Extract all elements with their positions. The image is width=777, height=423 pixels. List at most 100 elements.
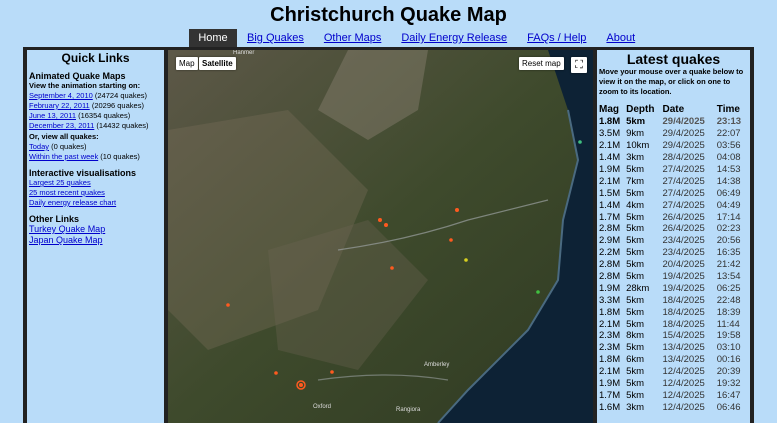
quake-depth: 5km <box>626 211 645 223</box>
animation-link-dec-2011[interactable]: December 23, 2011 <box>29 121 94 130</box>
quake-time: 20:39 <box>716 366 741 378</box>
quake-date: 27/4/2025 <box>662 164 705 175</box>
quake-row[interactable]: 1.7M 5km 26/4/2025 17:14 <box>599 211 748 223</box>
quake-date: 12/4/2025 <box>662 389 705 401</box>
quake-row[interactable]: 1.6M 3km 12/4/2025 06:46 <box>599 401 748 413</box>
quake-date: 13/4/2025 <box>662 354 705 366</box>
recent-link-past-week[interactable]: Within the past week <box>29 152 98 161</box>
quake-row[interactable]: 1.9M 5km 12/4/2025 19:32 <box>599 378 748 390</box>
quake-time: 03:56 <box>716 140 741 152</box>
quake-row[interactable]: 1.5M 5km 27/4/2025 06:49 <box>599 187 748 199</box>
quake-mag: 1.9M <box>599 378 621 390</box>
quake-time: 03:10 <box>716 342 741 354</box>
quake-time: 23:13 <box>716 116 742 128</box>
quake-row[interactable]: 3.5M 9km 29/4/2025 22:07 <box>599 128 748 140</box>
nav-home[interactable]: Home <box>189 29 237 48</box>
latest-quakes-panel: Latest quakes Move your mouse over a qua… <box>597 50 750 423</box>
quake-row[interactable]: 1.8M 5km 18/4/2025 18:39 <box>599 306 748 318</box>
quake-date: 18/4/2025 <box>662 306 705 318</box>
quake-depth: 6km <box>626 354 645 366</box>
quake-depth: 3km <box>626 152 645 164</box>
quake-row[interactable]: 2.1M 5km 18/4/2025 11:44 <box>599 318 748 330</box>
quake-depth: 7km <box>626 175 645 187</box>
nav-daily-energy-release[interactable]: Daily Energy Release <box>391 29 517 48</box>
quake-depth: 9km <box>626 128 645 140</box>
quake-date: 23/4/2025 <box>662 235 705 247</box>
animation-count: (24724 quakes) <box>94 91 148 100</box>
quake-date: 27/4/2025 <box>662 187 705 199</box>
quake-depth: 5km <box>626 164 645 175</box>
quake-time: 04:49 <box>716 199 741 211</box>
nav-big-quakes[interactable]: Big Quakes <box>237 29 314 48</box>
quake-time: 22:07 <box>716 128 741 140</box>
quake-row[interactable]: 1.7M 5km 12/4/2025 16:47 <box>599 389 748 401</box>
quake-date: 26/4/2025 <box>662 223 705 235</box>
town-label: Rangiora <box>396 407 421 413</box>
quake-row[interactable]: 2.8M 5km 26/4/2025 02:23 <box>599 223 748 235</box>
quake-row[interactable]: 2.8M 5km 20/4/2025 21:42 <box>599 259 748 271</box>
quake-time: 00:16 <box>716 354 741 366</box>
quake-mag: 2.3M <box>599 342 621 354</box>
quake-row[interactable]: 2.1M 5km 12/4/2025 20:39 <box>599 366 748 378</box>
column-mag: Mag <box>599 104 619 115</box>
quake-map[interactable]: Amberley Oxford Rangiora Hanmer Map Sate… <box>168 50 593 423</box>
quake-mag: 2.8M <box>599 223 621 235</box>
fullscreen-icon[interactable]: ⛶ <box>571 57 587 73</box>
quake-time: 06:49 <box>716 187 741 199</box>
animation-link-sep-2010[interactable]: September 4, 2010 <box>29 91 93 100</box>
quake-row[interactable]: 2.3M 5km 13/4/2025 03:10 <box>599 342 748 354</box>
quake-mag: 1.9M <box>599 164 621 175</box>
animation-link-feb-2011[interactable]: February 22, 2011 <box>29 101 90 110</box>
quake-depth: 5km <box>626 342 645 354</box>
quake-row[interactable]: 2.8M 5km 19/4/2025 13:54 <box>599 271 748 283</box>
vis-link-energy-chart[interactable]: Daily energy release chart <box>29 198 116 207</box>
quake-mag: 2.9M <box>599 235 621 247</box>
quake-row[interactable]: 2.3M 8km 15/4/2025 19:58 <box>599 330 748 342</box>
map-type-satellite-button[interactable]: Satellite <box>199 57 236 70</box>
quake-mag: 2.3M <box>599 330 621 342</box>
quake-row[interactable]: 1.4M 4km 27/4/2025 04:49 <box>599 199 748 211</box>
quake-row[interactable]: 1.8M 5km 29/4/2025 23:13 <box>599 116 748 128</box>
quake-time: 14:38 <box>716 175 741 187</box>
nav-faqs-help[interactable]: FAQs / Help <box>517 29 596 48</box>
quake-row[interactable]: 1.4M 3km 28/4/2025 04:08 <box>599 152 748 164</box>
quake-row[interactable]: 3.3M 5km 18/4/2025 22:48 <box>599 294 748 306</box>
reset-map-button[interactable]: Reset map <box>519 57 564 70</box>
quake-date: 12/4/2025 <box>662 401 705 413</box>
other-link-turkey[interactable]: Turkey Quake Map <box>29 224 105 234</box>
recent-count: (10 quakes) <box>100 152 140 161</box>
quake-row[interactable]: 2.2M 5km 23/4/2025 16:35 <box>599 247 748 259</box>
quake-depth: 28km <box>626 282 650 294</box>
quake-depth: 5km <box>626 247 645 259</box>
quake-depth: 5km <box>626 116 646 128</box>
quake-mag: 1.7M <box>599 389 621 401</box>
vis-link-largest-25[interactable]: Largest 25 quakes <box>29 178 91 187</box>
or-view-label: Or, view all quakes: <box>29 132 99 141</box>
quake-row[interactable]: 1.8M 6km 13/4/2025 00:16 <box>599 354 748 366</box>
view-animation-label: View the animation starting on: <box>29 81 141 90</box>
quake-date: 29/4/2025 <box>662 116 705 128</box>
nav-about[interactable]: About <box>596 29 645 48</box>
animation-link-jun-2011[interactable]: June 13, 2011 <box>29 111 76 120</box>
quake-row[interactable]: 1.9M 28km 19/4/2025 06:25 <box>599 282 748 294</box>
nav-other-maps[interactable]: Other Maps <box>314 29 391 48</box>
satellite-map-image <box>168 50 593 423</box>
quake-time: 02:23 <box>716 223 741 235</box>
quake-date: 18/4/2025 <box>662 318 705 330</box>
quake-depth: 5km <box>626 259 645 271</box>
quake-date: 23/4/2025 <box>662 247 705 259</box>
quake-depth: 3km <box>626 401 645 413</box>
quake-date: 27/4/2025 <box>662 199 705 211</box>
map-type-map-button[interactable]: Map <box>176 57 198 70</box>
other-link-japan[interactable]: Japan Quake Map <box>29 235 103 245</box>
vis-link-recent-25[interactable]: 25 most recent quakes <box>29 188 105 197</box>
quake-row[interactable]: 2.1M 10km 29/4/2025 03:56 <box>599 140 748 152</box>
quake-row[interactable]: 2.1M 7km 27/4/2025 14:38 <box>599 175 748 187</box>
quake-date: 29/4/2025 <box>662 128 705 140</box>
quake-row[interactable]: 2.9M 5km 23/4/2025 20:56 <box>599 235 748 247</box>
quake-row[interactable]: 1.9M 5km 27/4/2025 14:53 <box>599 164 748 176</box>
quake-mag: 1.8M <box>599 116 621 128</box>
quake-date: 15/4/2025 <box>662 330 705 342</box>
recent-link-today[interactable]: Today <box>29 142 49 151</box>
quake-mag: 2.1M <box>599 175 621 187</box>
